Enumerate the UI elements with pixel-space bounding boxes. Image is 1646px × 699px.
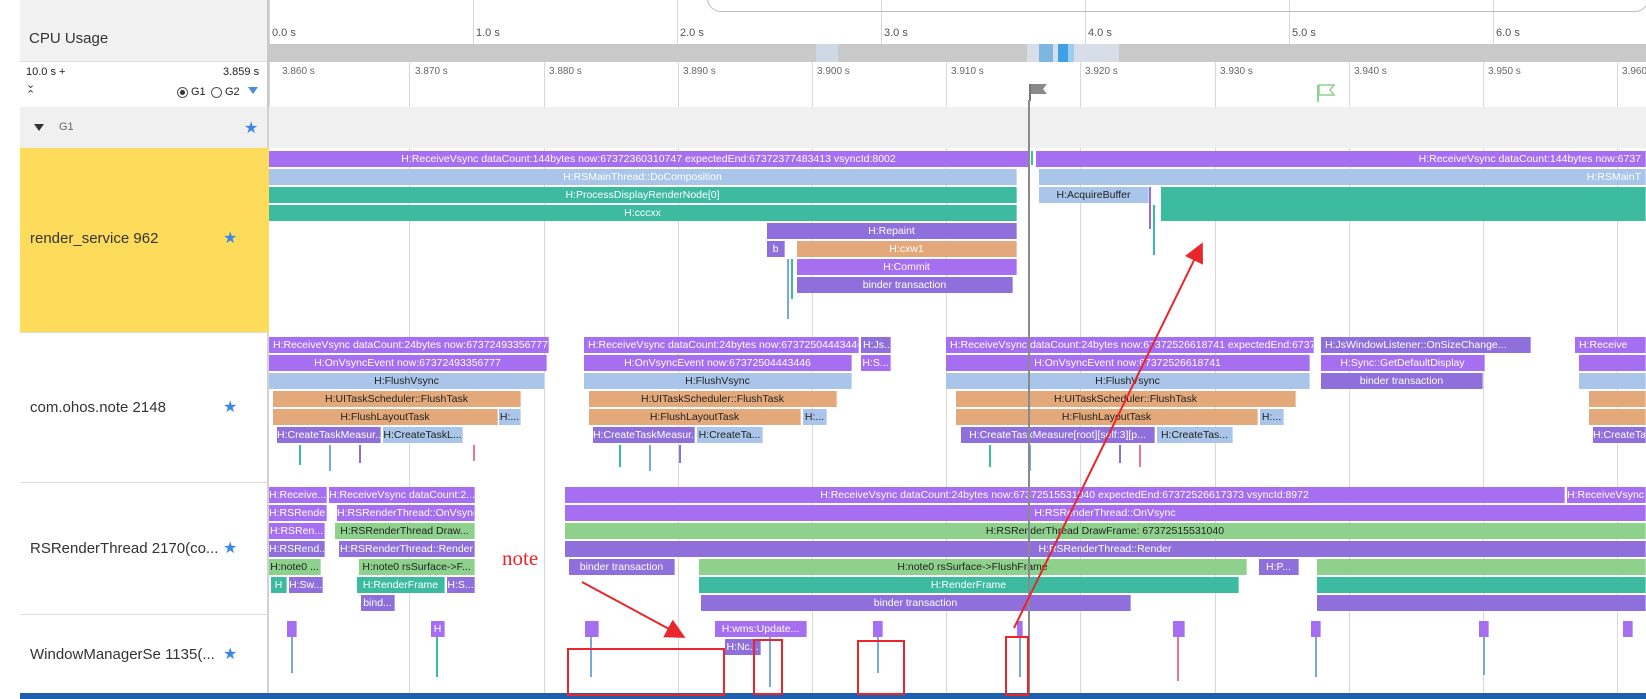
- annotation-arrow: [1013, 242, 1203, 629]
- annotation-arrow: [581, 581, 686, 638]
- annotation-arrows: [581, 242, 1203, 638]
